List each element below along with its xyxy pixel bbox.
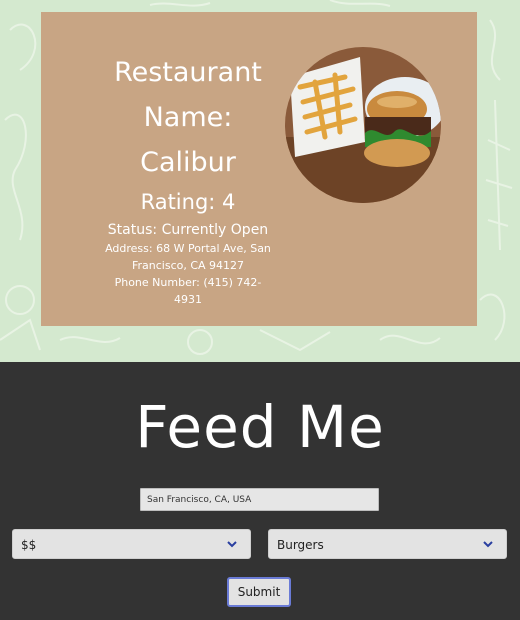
chevron-down-icon [483,541,493,548]
restaurant-name-line-3: Calibur [140,147,236,178]
search-section: Feed Me $$ Burgers Submit [0,362,520,620]
submit-button[interactable]: Submit [227,577,291,607]
app-title: Feed Me [135,393,385,461]
burger-and-fries-photo-icon [285,47,441,203]
restaurant-photo [285,47,441,203]
restaurant-rating: Rating: 4 [140,190,236,214]
price-select-value: $$ [21,538,37,552]
restaurant-address-line-1: Address: 68 W Portal Ave, San [105,242,271,255]
location-input[interactable] [140,488,379,511]
restaurant-phone: Phone Number: (415) 742-4931 [114,276,262,306]
restaurant-address-line-2: Francisco, CA 94127 [131,259,245,272]
restaurant-status: Status: Currently Open [107,222,269,238]
category-select[interactable]: Burgers [268,529,507,559]
chevron-down-icon [227,541,237,548]
restaurant-name-line-1: Restaurant [114,57,262,88]
restaurant-info: Restaurant Name: Calibur Rating: 4 Statu… [103,50,273,308]
price-select[interactable]: $$ [12,529,251,559]
restaurant-section: Restaurant Name: Calibur Rating: 4 Statu… [0,0,520,362]
category-select-value: Burgers [277,538,324,552]
restaurant-card: Restaurant Name: Calibur Rating: 4 Statu… [41,12,477,326]
restaurant-name-line-2: Name: [143,102,233,133]
